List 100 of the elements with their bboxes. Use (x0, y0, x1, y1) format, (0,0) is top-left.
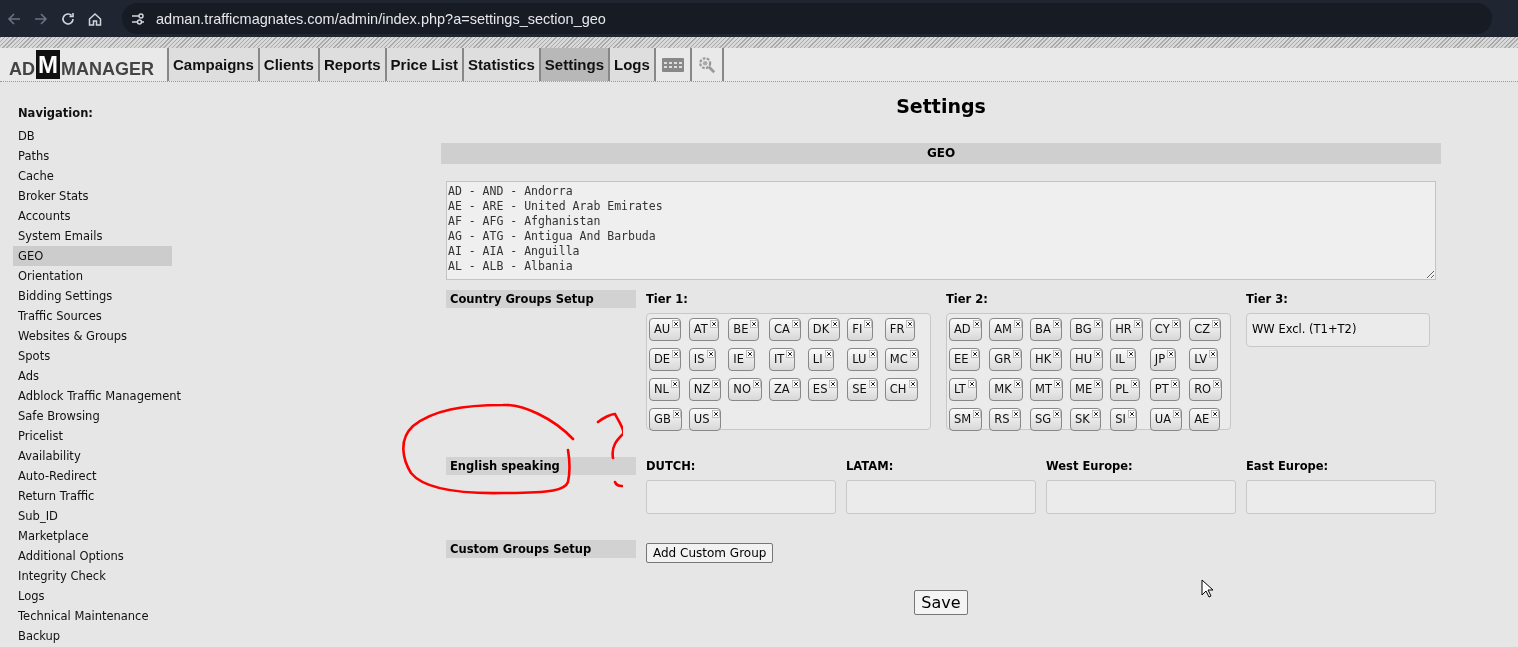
country-chip[interactable]: AT (688, 318, 719, 341)
sidebar-item[interactable]: GEO (13, 246, 172, 266)
country-chip[interactable]: PL (1110, 378, 1140, 401)
country-chip[interactable]: BG (1070, 318, 1103, 341)
country-chip[interactable]: NZ (688, 378, 722, 401)
group-value: WW Excl. (T1+T2) (1246, 313, 1430, 347)
sidebar-item[interactable]: Cache (13, 166, 188, 186)
nav-tab[interactable]: Price List (384, 48, 463, 81)
country-chip[interactable]: IS (688, 348, 716, 371)
nav-tab[interactable]: Statistics (462, 48, 539, 81)
country-chip[interactable]: SG (1030, 408, 1063, 431)
country-chip[interactable]: SM (949, 408, 983, 431)
row-label: Country Groups Setup (446, 290, 636, 308)
country-chip[interactable]: AD (949, 318, 982, 341)
sidebar-item[interactable]: Safe Browsing (13, 406, 188, 426)
nav-tab[interactable]: Reports (317, 48, 385, 81)
country-chip[interactable]: JP (1149, 348, 1177, 371)
sidebar-item[interactable]: Ads (13, 366, 188, 386)
country-chip[interactable]: LU (847, 348, 878, 371)
sidebar-item[interactable]: Marketplace (13, 526, 188, 546)
country-chip[interactable]: SI (1110, 408, 1137, 431)
add-custom-group-button[interactable]: Add Custom Group (646, 543, 774, 563)
country-chip[interactable]: AU (649, 318, 682, 341)
country-chip[interactable]: EE (949, 348, 980, 371)
sidebar-item[interactable]: Accounts (13, 206, 188, 226)
country-chip[interactable]: IE (728, 348, 755, 371)
sidebar-item[interactable]: Paths (13, 146, 188, 166)
sidebar-item[interactable]: Pricelist (13, 426, 188, 446)
nav-tab[interactable]: Campaigns (167, 48, 258, 81)
group-title: East Europe: (1246, 458, 1330, 475)
country-chip[interactable]: NO (728, 378, 762, 401)
sidebar-item[interactable]: System Emails (13, 226, 188, 246)
address-bar[interactable]: adman.trafficmagnates.com/admin/index.php?a=settings_section_geo (122, 3, 1492, 34)
nav-tab[interactable]: Settings (538, 48, 608, 81)
country-chip[interactable]: DE (649, 348, 682, 371)
sidebar-item[interactable]: Orientation (13, 266, 188, 286)
group-title: Tier 3: (1246, 291, 1289, 308)
country-chip[interactable]: RS (989, 408, 1021, 431)
sidebar-item[interactable]: Backup (13, 626, 188, 646)
section-header: GEO (441, 143, 1441, 164)
country-chip[interactable]: AE (1189, 408, 1221, 431)
country-chip[interactable]: DK (807, 318, 841, 341)
country-chip[interactable]: LT (949, 378, 977, 401)
sidebar-item[interactable]: Additional Options (13, 546, 188, 566)
sidebar-item[interactable]: Integrity Check (13, 566, 188, 586)
country-chip[interactable]: CZ (1189, 318, 1222, 341)
country-chip[interactable]: FR (884, 318, 916, 341)
sidebar-item[interactable]: Technical Maintenance (13, 606, 188, 626)
page-title: Settings (895, 95, 987, 118)
sidebar-item[interactable]: Adblock Traffic Management (13, 386, 188, 406)
sidebar-item[interactable]: Traffic Sources (13, 306, 188, 326)
country-chip[interactable]: MK (989, 378, 1023, 401)
group-title: Tier 2: (946, 291, 989, 308)
nav-tab[interactable]: Clients (257, 48, 318, 81)
country-chip[interactable]: HR (1110, 318, 1143, 341)
sidebar-item[interactable]: Logs (13, 586, 188, 606)
country-chip[interactable]: UA (1149, 408, 1183, 431)
country-chip[interactable]: SK (1070, 408, 1101, 431)
country-chip[interactable]: RO (1189, 378, 1223, 401)
country-chip[interactable]: HK (1030, 348, 1063, 371)
sidebar-item[interactable]: DB (13, 126, 188, 146)
sidebar-item[interactable]: Bidding Settings (13, 286, 188, 306)
sidebar-item[interactable]: Auto-Redirect (13, 466, 188, 486)
sidebar-item[interactable]: Spots (13, 346, 188, 366)
country-chip[interactable]: CY (1149, 318, 1181, 341)
nav-tab[interactable]: Logs (608, 48, 654, 81)
country-chip[interactable]: LI (807, 348, 834, 371)
country-chip[interactable]: MT (1030, 378, 1063, 401)
country-chip[interactable]: CA (768, 318, 801, 341)
country-chip[interactable]: SE (847, 378, 878, 401)
save-button[interactable]: Save (914, 590, 968, 615)
country-chip[interactable]: AM (989, 318, 1024, 341)
country-chip[interactable]: GB (649, 408, 682, 431)
country-chip[interactable]: MC (884, 348, 919, 371)
country-chip[interactable]: IL (1110, 348, 1136, 371)
country-chip[interactable]: GR (989, 348, 1023, 371)
country-chip[interactable]: IT (768, 348, 796, 371)
logo[interactable]: AD M MANAGER (9, 50, 159, 79)
country-chip[interactable]: FI (847, 318, 874, 341)
sidebar-item[interactable]: Sub_ID (13, 506, 188, 526)
row-label: English speaking (446, 457, 636, 475)
group-title: West Europe: (1046, 458, 1134, 475)
navigation-heading: Navigation: (17, 106, 94, 121)
url-text: adman.trafficmagnates.com/admin/index.php?a=settings_section_geo (156, 10, 606, 27)
country-chip[interactable]: HU (1070, 348, 1104, 371)
country-chip[interactable]: PT (1149, 378, 1180, 401)
country-chip[interactable]: BA (1030, 318, 1062, 341)
sidebar-item[interactable]: Broker Stats (13, 186, 188, 206)
country-chip[interactable]: ZA (768, 378, 801, 401)
country-chip[interactable]: NL (649, 378, 680, 401)
sidebar-item[interactable]: Availability (13, 446, 188, 466)
country-chip[interactable]: BE (728, 318, 760, 341)
sidebar-item[interactable]: Return Traffic (13, 486, 188, 506)
country-chip[interactable]: ME (1070, 378, 1104, 401)
country-chip[interactable]: US (688, 408, 721, 431)
country-chip[interactable]: CH (884, 378, 918, 401)
country-chip[interactable]: ES (807, 378, 839, 401)
country-chip[interactable]: LV (1189, 348, 1219, 371)
country-list-field[interactable]: AD - AND - Andorra AE - ARE - United Arab Emirates AF - AFG - Afghanistan AG - ATG - Antigua And Barbuda AI - AIA - Anguilla AL - ALB - Albania (446, 181, 1436, 280)
sidebar-item[interactable]: Websites & Groups (13, 326, 188, 346)
